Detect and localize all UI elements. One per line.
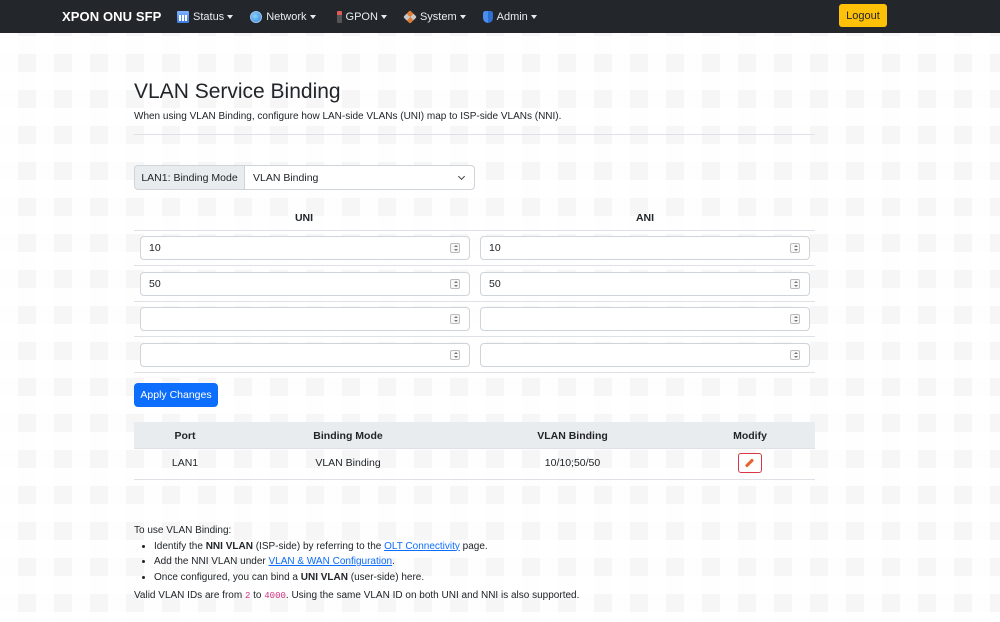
th-port: Port <box>174 430 196 442</box>
ani-vlan-input-2[interactable]: 50 <box>480 272 810 296</box>
page-subtitle: When using VLAN Binding, configure how L… <box>134 111 562 122</box>
spinner-icon[interactable] <box>790 350 800 360</box>
globe-icon <box>250 10 263 23</box>
notes-list: Identify the NNI VLAN (ISP-side) by refe… <box>154 539 488 586</box>
row-divider <box>134 301 815 302</box>
help-notes: To use VLAN Binding: Identify the NNI VL… <box>134 523 488 585</box>
ani-column-header: ANI <box>635 212 655 224</box>
row-divider <box>134 336 815 337</box>
spinner-icon[interactable] <box>450 314 460 324</box>
pencil-icon <box>744 458 755 468</box>
cell-vlan-binding: 10/10;50/50 <box>544 457 601 469</box>
spinner-icon[interactable] <box>790 279 800 289</box>
cell-binding-mode: VLAN Binding <box>315 457 381 469</box>
pin-icon <box>336 10 342 23</box>
nav-menu: Status Network GPON System Admin <box>177 0 554 33</box>
caret-down-icon <box>530 14 537 19</box>
olt-connectivity-link[interactable]: OLT Connectivity <box>384 541 460 552</box>
notes-intro: To use VLAN Binding: <box>134 525 232 536</box>
row-divider <box>134 230 815 231</box>
caret-down-icon <box>227 14 234 19</box>
nav-network-label: Network <box>266 10 307 23</box>
modify-button[interactable] <box>738 453 762 473</box>
nav-admin-label: Admin <box>496 10 528 23</box>
binding-mode-label: LAN1: Binding Mode <box>134 165 245 190</box>
uni-vlan-value: 50 <box>149 278 161 290</box>
caret-down-icon <box>309 14 316 19</box>
uni-column-header: UNI <box>294 212 314 224</box>
binding-mode-value: VLAN Binding <box>253 171 319 184</box>
spinner-icon[interactable] <box>450 350 460 360</box>
uni-vlan-strong: UNI VLAN <box>300 571 348 583</box>
uni-vlan-input-1[interactable]: 10 <box>140 236 470 260</box>
row-divider <box>134 479 815 480</box>
spinner-icon[interactable] <box>450 279 460 289</box>
brand-title: XPON ONU SFP <box>62 9 162 24</box>
uni-vlan-value: 10 <box>149 242 161 254</box>
spinner-icon[interactable] <box>790 314 800 324</box>
list-item: Identify the NNI VLAN (ISP-side) by refe… <box>154 539 488 555</box>
nav-system[interactable]: System <box>403 9 466 24</box>
uni-vlan-input-4[interactable] <box>140 343 470 367</box>
spinner-icon[interactable] <box>450 243 460 253</box>
list-item: Once configured, you can bind a UNI VLAN… <box>154 570 488 586</box>
nav-status-label: Status <box>193 10 225 23</box>
shield-icon <box>482 10 493 23</box>
nav-gpon-label: GPON <box>345 10 378 23</box>
caret-down-icon <box>380 14 387 19</box>
divider <box>134 134 815 135</box>
nav-gpon[interactable]: GPON <box>333 10 387 23</box>
th-binding-mode: Binding Mode <box>313 430 383 442</box>
nav-admin[interactable]: Admin <box>482 10 537 23</box>
nni-vlan-strong: NNI VLAN <box>205 540 253 552</box>
ani-vlan-value: 50 <box>489 278 501 290</box>
ani-vlan-value: 10 <box>489 242 501 254</box>
nav-network[interactable]: Network <box>250 10 316 23</box>
th-vlan-binding: VLAN Binding <box>537 430 608 442</box>
row-divider <box>134 448 815 449</box>
top-navbar: XPON ONU SFP Status Network GPON System … <box>0 0 1000 33</box>
logout-button[interactable]: Logout <box>839 4 887 27</box>
th-modify: Modify <box>733 430 767 442</box>
ani-vlan-input-1[interactable]: 10 <box>480 236 810 260</box>
status-chart-icon <box>177 10 189 23</box>
tools-icon <box>403 9 417 24</box>
ani-vlan-input-3[interactable] <box>480 307 810 331</box>
cell-port: LAN1 <box>171 457 199 469</box>
vlan-wan-config-link[interactable]: VLAN & WAN Configuration <box>269 556 393 567</box>
nav-system-label: System <box>419 10 457 23</box>
uni-vlan-input-2[interactable]: 50 <box>140 272 470 296</box>
chevron-down-icon <box>457 172 466 181</box>
row-divider <box>134 265 815 266</box>
binding-mode-group: LAN1: Binding Mode VLAN Binding <box>134 165 475 190</box>
spinner-icon[interactable] <box>790 243 800 253</box>
list-item: Add the NNI VLAN under VLAN & WAN Config… <box>154 554 488 570</box>
uni-vlan-input-3[interactable] <box>140 307 470 331</box>
ani-vlan-input-4[interactable] <box>480 343 810 367</box>
binding-mode-select[interactable]: VLAN Binding <box>245 165 475 190</box>
nav-status[interactable]: Status <box>177 10 234 23</box>
vlan-max-code: 4000 <box>264 591 286 601</box>
apply-changes-button[interactable]: Apply Changes <box>134 383 218 407</box>
valid-vlan-note: Valid VLAN IDs are from 2 to 4000. Using… <box>134 590 580 601</box>
row-divider <box>134 372 815 373</box>
caret-down-icon <box>459 14 466 19</box>
page-title: VLAN Service Binding <box>134 80 341 103</box>
